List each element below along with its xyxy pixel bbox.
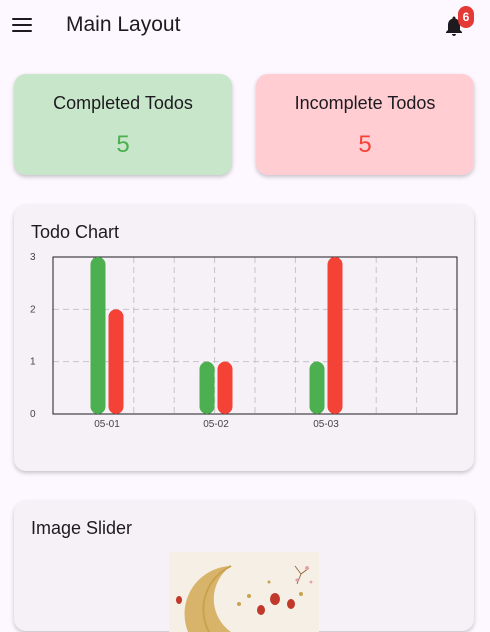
todo-chart: 0 1 2 3 05-01 05-02 05-03 <box>30 252 458 430</box>
todo-chart-card: Todo Chart 0 1 2 3 05-01 05-02 05-03 <box>14 205 474 471</box>
completed-todos-card: Completed Todos 5 <box>14 74 232 175</box>
page-title: Main Layout <box>66 13 181 36</box>
y-tick-label: 1 <box>30 357 36 368</box>
y-tick-label: 0 <box>30 409 36 420</box>
y-tick-label: 2 <box>30 304 36 315</box>
incomplete-todos-card: Incomplete Todos 5 <box>256 74 474 175</box>
bar <box>90 257 106 414</box>
completed-todos-label: Completed Todos <box>53 93 193 113</box>
y-tick-label: 3 <box>30 252 36 263</box>
x-tick-label: 05-03 <box>313 419 339 430</box>
bar <box>217 361 233 414</box>
bar <box>327 257 343 414</box>
image-slider-title: Image Slider <box>31 518 133 538</box>
image-slider-card: Image Slider <box>14 501 474 632</box>
bar <box>309 361 325 414</box>
completed-todos-count: 5 <box>116 131 130 158</box>
menu-icon[interactable] <box>12 16 32 34</box>
app-bar: Main Layout 6 <box>0 0 490 52</box>
incomplete-todos-count: 5 <box>358 131 372 158</box>
notification-badge: 6 <box>458 6 474 28</box>
slider-image[interactable] <box>169 552 319 632</box>
incomplete-todos-label: Incomplete Todos <box>294 93 436 113</box>
bar <box>108 309 124 414</box>
bar <box>199 361 215 414</box>
x-tick-label: 05-01 <box>94 419 120 430</box>
x-tick-label: 05-02 <box>203 419 229 430</box>
